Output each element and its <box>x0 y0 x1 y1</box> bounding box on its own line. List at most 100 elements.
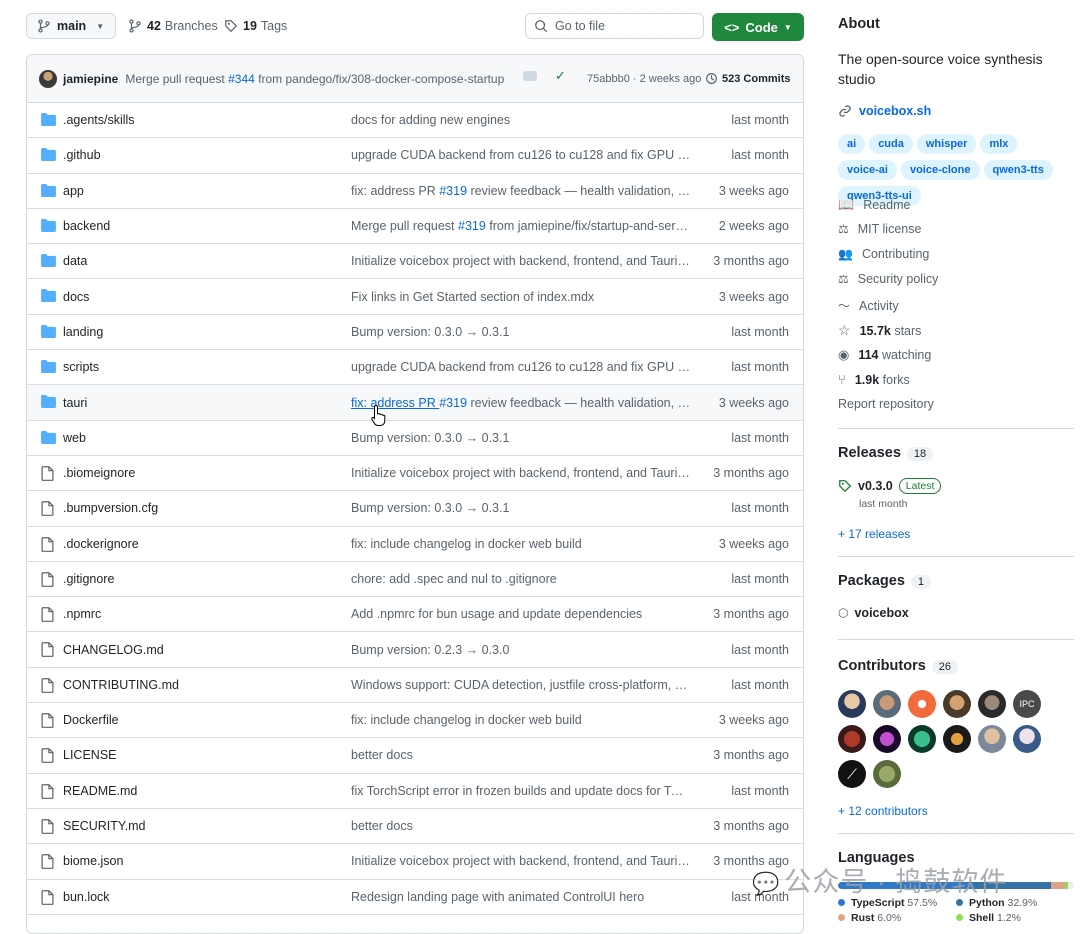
language-item[interactable]: Shell 1.2% <box>956 912 1066 924</box>
file-name-link[interactable]: CONTRIBUTING.md <box>63 678 179 692</box>
file-row[interactable]: Dockerfile fix: include changelog in dock… <box>27 703 803 739</box>
commits-link[interactable]: 523 Commits <box>705 72 790 85</box>
topic-tag[interactable]: whisper <box>916 134 977 154</box>
stars-link[interactable]: ☆ 15.7k stars <box>838 322 921 339</box>
file-row[interactable]: biome.json Initialize voicebox project wi… <box>27 844 803 880</box>
file-name-link[interactable]: .agents/skills <box>63 113 135 127</box>
avatar[interactable] <box>838 690 866 718</box>
file-row[interactable]: bun.lock Redesign landing page with anima… <box>27 880 803 915</box>
file-row[interactable]: scripts upgrade CUDA backend from cu126 t… <box>27 350 803 386</box>
avatar[interactable] <box>908 725 936 753</box>
contributing-link[interactable]: 👥 Contributing <box>838 247 929 261</box>
file-commit-message[interactable]: chore: add .spec and nul to .gitignore <box>351 572 691 586</box>
file-commit-message[interactable]: Initialize voicebox project with backend… <box>351 854 691 868</box>
avatar[interactable]: ⟋ <box>838 760 866 788</box>
branch-select-button[interactable]: main ▼ <box>26 13 116 39</box>
readme-link[interactable]: 📖 Readme <box>838 197 910 213</box>
file-commit-message[interactable]: Redesign landing page with animated Cont… <box>351 890 691 904</box>
commit-author[interactable]: jamiepine <box>63 72 118 86</box>
avatar[interactable] <box>978 725 1006 753</box>
file-row[interactable]: data Initialize voicebox project with bac… <box>27 244 803 280</box>
file-name-link[interactable]: .biomeignore <box>63 466 135 480</box>
file-commit-message[interactable]: Bump version: 0.3.0 → 0.3.1 <box>351 431 691 445</box>
watching-link[interactable]: ◉ 114 watching <box>838 347 931 363</box>
avatar[interactable] <box>39 69 57 88</box>
pr-link[interactable]: #319 <box>439 396 467 410</box>
file-row[interactable]: docs Fix links in Get Started section of … <box>27 279 803 315</box>
file-commit-message[interactable]: upgrade CUDA backend from cu126 to cu128… <box>351 148 691 162</box>
file-name-link[interactable]: landing <box>63 325 103 339</box>
file-name-link[interactable]: README.md <box>63 784 137 798</box>
file-row[interactable]: .agents/skills docs for adding new engine… <box>27 103 803 139</box>
file-commit-message[interactable]: Bump version: 0.2.3 → 0.3.0 <box>351 643 691 657</box>
file-row[interactable]: CHANGELOG.md Bump version: 0.2.3 → 0.3.0 l… <box>27 632 803 668</box>
file-name-link[interactable]: SECURITY.md <box>63 819 145 833</box>
file-commit-message[interactable]: docs for adding new engines <box>351 113 691 127</box>
file-commit-message[interactable]: fix: address PR #319 review feedback — h… <box>351 184 691 198</box>
file-row[interactable]: landing Bump version: 0.3.0 → 0.3.1 last m… <box>27 315 803 351</box>
file-name-link[interactable]: .bumpversion.cfg <box>63 501 158 515</box>
file-row[interactable]: tauri fix: address PR #319 review feedbac… <box>27 385 803 421</box>
releases-heading[interactable]: Releases 18 <box>838 445 934 461</box>
security-policy-link[interactable]: ⚖ Security policy <box>838 272 938 286</box>
file-name-link[interactable]: .npmrc <box>63 607 101 621</box>
file-row[interactable]: .biomeignore Initialize voicebox project … <box>27 456 803 492</box>
file-commit-message[interactable]: Bump version: 0.3.0 → 0.3.1 <box>351 501 691 515</box>
file-commit-message[interactable]: Bump version: 0.3.0 → 0.3.1 <box>351 325 691 339</box>
file-commit-message[interactable]: Initialize voicebox project with backend… <box>351 254 691 268</box>
avatar[interactable] <box>943 690 971 718</box>
avatar[interactable] <box>838 725 866 753</box>
more-releases-link[interactable]: + 17 releases <box>838 527 910 541</box>
avatar[interactable] <box>873 725 901 753</box>
file-commit-message[interactable]: fix: address PR #319 review feedback — h… <box>351 396 691 410</box>
file-name-link[interactable]: Dockerfile <box>63 713 119 727</box>
avatar[interactable] <box>978 690 1006 718</box>
file-row[interactable]: web Bump version: 0.3.0 → 0.3.1 last month <box>27 421 803 456</box>
file-name-link[interactable]: biome.json <box>63 854 123 868</box>
file-name-link[interactable]: .github <box>63 148 101 162</box>
file-name-link[interactable]: tauri <box>63 396 87 410</box>
tags-link[interactable]: 19 Tags <box>224 13 287 39</box>
file-row[interactable]: README.md fix TorchScript error in frozen… <box>27 774 803 809</box>
topic-tag[interactable]: cuda <box>869 134 913 154</box>
commit-pr-link[interactable]: #344 <box>228 72 255 86</box>
file-row[interactable]: app fix: address PR #319 review feedback … <box>27 174 803 209</box>
branches-link[interactable]: 42 Branches <box>128 13 218 39</box>
file-name-link[interactable]: scripts <box>63 360 99 374</box>
topic-tag[interactable]: qwen3-tts <box>983 160 1053 180</box>
avatar[interactable]: IPC <box>1013 690 1041 718</box>
license-link[interactable]: ⚖ MIT license <box>838 222 921 236</box>
topic-tag[interactable]: voice-ai <box>838 160 897 180</box>
file-row[interactable]: CONTRIBUTING.md Windows support: CUDA det… <box>27 668 803 704</box>
file-commit-message[interactable]: Merge pull request #319 from jamiepine/f… <box>351 219 691 233</box>
file-name-link[interactable]: .dockerignore <box>63 537 139 551</box>
file-row[interactable]: .bumpversion.cfg Bump version: 0.3.0 → 0.… <box>27 491 803 527</box>
avatar[interactable] <box>1013 725 1041 753</box>
file-name-link[interactable]: backend <box>63 219 110 233</box>
file-row[interactable]: SECURITY.md better docs 3 months ago <box>27 809 803 845</box>
topic-tag[interactable]: ai <box>838 134 866 154</box>
file-name-link[interactable]: docs <box>63 290 89 304</box>
pr-link[interactable]: #319 <box>439 184 467 198</box>
file-commit-message[interactable]: Initialize voicebox project with backend… <box>351 466 691 480</box>
file-name-link[interactable]: bun.lock <box>63 890 110 904</box>
file-row[interactable]: LICENSE better docs 3 months ago <box>27 738 803 774</box>
file-name-link[interactable]: .gitignore <box>63 572 114 586</box>
avatar[interactable] <box>873 690 901 718</box>
package-item[interactable]: ⬡ voicebox <box>838 606 909 620</box>
file-row[interactable]: backend Merge pull request #319 from jami… <box>27 209 803 245</box>
latest-release[interactable]: v0.3.0 Latest <box>838 478 942 494</box>
commit-message[interactable]: Merge pull request #344 from pandego/fix… <box>125 72 504 86</box>
file-name-link[interactable]: data <box>63 254 87 268</box>
ellipsis-icon[interactable] <box>523 71 537 81</box>
avatar[interactable] <box>908 690 936 718</box>
code-button[interactable]: <> Code ▼ <box>712 13 804 41</box>
file-commit-message[interactable]: fix TorchScript error in frozen builds a… <box>351 784 691 798</box>
file-commit-message[interactable]: fix: include changelog in docker web bui… <box>351 713 691 727</box>
file-commit-message[interactable]: upgrade CUDA backend from cu126 to cu128… <box>351 360 691 374</box>
avatar[interactable] <box>943 725 971 753</box>
file-name-link[interactable]: web <box>63 431 86 445</box>
file-name-link[interactable]: LICENSE <box>63 748 117 762</box>
file-commit-message[interactable]: better docs <box>351 819 691 833</box>
file-row[interactable]: .dockerignore fix: include changelog in d… <box>27 527 803 562</box>
